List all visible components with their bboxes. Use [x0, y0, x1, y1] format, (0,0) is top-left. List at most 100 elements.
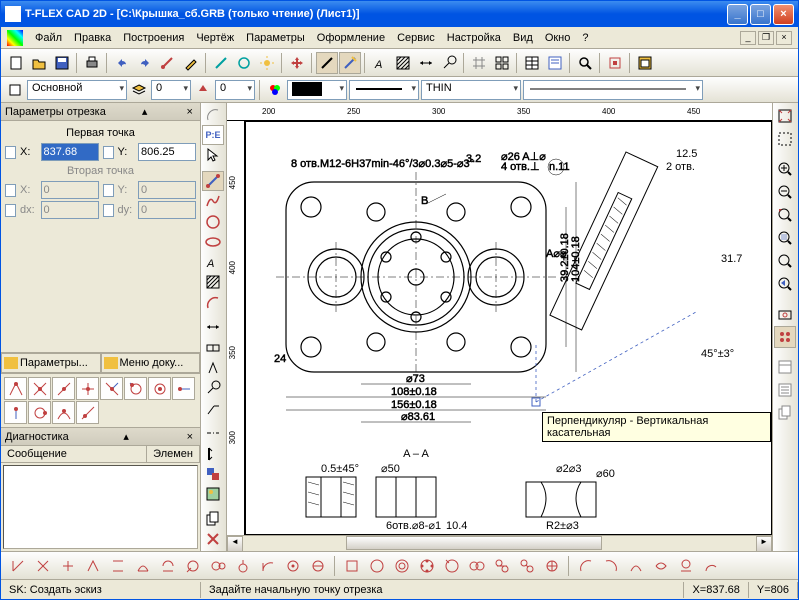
snap-12[interactable] [76, 401, 99, 424]
redo-button[interactable] [134, 52, 156, 74]
level-up-icon[interactable] [193, 80, 213, 100]
btool-6[interactable] [132, 555, 154, 577]
zoom-in[interactable] [774, 158, 796, 180]
btool-9[interactable] [207, 555, 229, 577]
vtool-leader2[interactable] [202, 399, 224, 418]
y1-checkbox[interactable] [103, 146, 114, 159]
dy-checkbox[interactable] [103, 204, 114, 217]
assembly-tool[interactable] [604, 52, 626, 74]
vtool-picture[interactable] [202, 485, 224, 504]
zoom-realtime[interactable] [774, 250, 796, 272]
table-tool[interactable] [521, 52, 543, 74]
snap-6[interactable] [124, 377, 147, 400]
zoom-extents[interactable] [774, 105, 796, 127]
btool-28[interactable] [700, 555, 722, 577]
snap-11[interactable] [52, 401, 75, 424]
btool-12[interactable] [282, 555, 304, 577]
menu-view[interactable]: Вид [507, 30, 539, 46]
snap-1[interactable] [4, 377, 27, 400]
undo-button[interactable] [111, 52, 133, 74]
x1-input[interactable] [41, 143, 99, 161]
menu-help[interactable]: ? [576, 30, 594, 46]
scrollbar-h[interactable]: ◄ ► [227, 535, 772, 551]
zoom-previous[interactable] [774, 273, 796, 295]
grid1-tool[interactable] [468, 52, 490, 74]
btool-23[interactable] [575, 555, 597, 577]
layer-combo[interactable]: Основной [27, 80, 127, 100]
snap-5[interactable] [100, 377, 123, 400]
zoom-window[interactable] [774, 128, 796, 150]
detail-view[interactable] [774, 303, 796, 325]
btool-14[interactable] [341, 555, 363, 577]
menu-decoration[interactable]: Оформление [311, 30, 391, 46]
btool-20[interactable] [491, 555, 513, 577]
vtool-leader[interactable] [202, 379, 224, 398]
leader-tool[interactable] [438, 52, 460, 74]
color-icon[interactable] [265, 80, 285, 100]
zoom-out[interactable] [774, 181, 796, 203]
diag-col-element[interactable]: Элемен [147, 446, 200, 462]
btool-1[interactable] [7, 555, 29, 577]
btool-11[interactable] [257, 555, 279, 577]
snap-2[interactable] [28, 377, 51, 400]
grid2-tool[interactable] [491, 52, 513, 74]
level1-combo[interactable]: 0 [151, 80, 191, 100]
snap-4[interactable] [76, 377, 99, 400]
layers-icon[interactable] [129, 80, 149, 100]
snap-8[interactable] [172, 377, 195, 400]
btool-3[interactable] [57, 555, 79, 577]
vtool-hatch[interactable] [202, 273, 224, 292]
linetype-combo[interactable] [349, 80, 419, 100]
tab-params[interactable]: Параметры... [1, 353, 101, 373]
zoom-selection[interactable] [774, 227, 796, 249]
snap-3[interactable] [52, 377, 75, 400]
sun-tool[interactable] [256, 52, 278, 74]
dimension-tool[interactable] [415, 52, 437, 74]
btool-27[interactable] [675, 555, 697, 577]
menu-file[interactable]: Файл [29, 30, 68, 46]
btool-8[interactable] [182, 555, 204, 577]
linestyle-combo[interactable]: THIN [421, 80, 521, 100]
print-button[interactable] [81, 52, 103, 74]
list-panel[interactable] [774, 379, 796, 401]
btool-26[interactable] [650, 555, 672, 577]
y1-input[interactable] [138, 143, 196, 161]
btool-18[interactable] [441, 555, 463, 577]
close-button[interactable]: × [773, 4, 794, 25]
menu-window[interactable]: Окно [539, 30, 577, 46]
copy-panel[interactable] [774, 402, 796, 424]
snap-toggle[interactable] [774, 326, 796, 348]
properties-tool[interactable] [544, 52, 566, 74]
btool-22[interactable] [541, 555, 563, 577]
vtool-section[interactable] [202, 444, 224, 463]
sketch-button[interactable] [157, 52, 179, 74]
vtool-pe[interactable]: P:E [202, 125, 224, 145]
circle-tool[interactable] [233, 52, 255, 74]
level2-combo[interactable]: 0 [215, 80, 255, 100]
layer-panel[interactable] [774, 356, 796, 378]
vtool-circle[interactable] [202, 212, 224, 231]
vtool-ellipse[interactable] [202, 232, 224, 251]
panel-close[interactable]: × [184, 106, 196, 118]
menu-service[interactable]: Сервис [391, 30, 441, 46]
open-button[interactable] [28, 52, 50, 74]
btool-15[interactable] [366, 555, 388, 577]
btool-5[interactable] [107, 555, 129, 577]
btool-21[interactable] [516, 555, 538, 577]
mdi-restore[interactable]: ❐ [758, 31, 774, 45]
menu-construction[interactable]: Построения [117, 30, 190, 46]
vtool-roughness[interactable] [202, 358, 224, 377]
btool-16[interactable] [391, 555, 413, 577]
btool-10[interactable] [232, 555, 254, 577]
vtool-axis[interactable] [202, 424, 224, 443]
dx-checkbox[interactable] [5, 204, 16, 217]
segment-tool[interactable] [316, 52, 338, 74]
layer-icon[interactable] [5, 80, 25, 100]
save-button[interactable] [51, 52, 73, 74]
snap-7[interactable] [148, 377, 171, 400]
drawing-canvas[interactable]: 108±0.18 156±0.18 ⌀73 ⌀83.61 39.2± [245, 121, 772, 535]
snap-10[interactable] [28, 401, 51, 424]
vtool-spline[interactable] [202, 192, 224, 211]
btool-7[interactable] [157, 555, 179, 577]
diag-close[interactable]: × [184, 431, 196, 443]
